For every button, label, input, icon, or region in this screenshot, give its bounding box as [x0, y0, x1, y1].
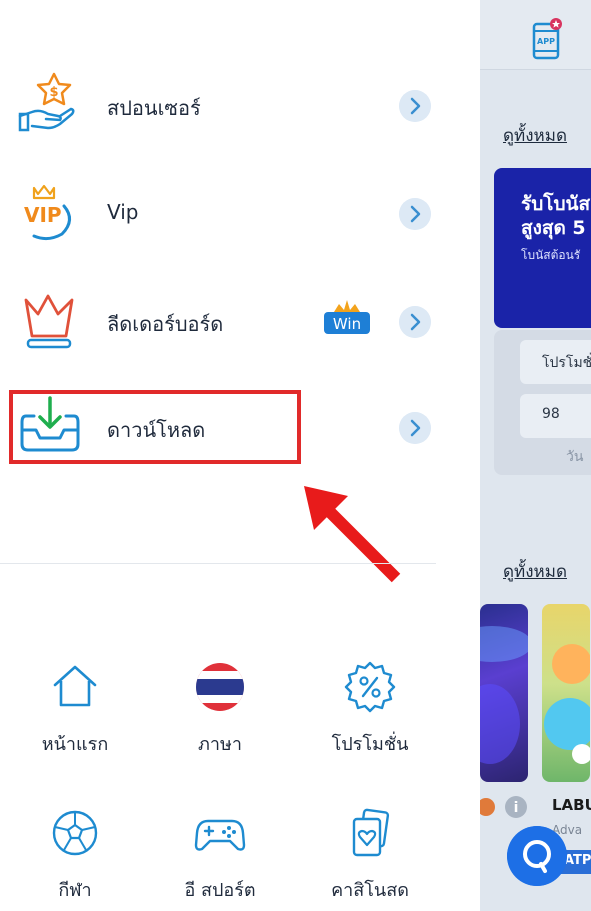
game-card[interactable]: [480, 604, 532, 782]
promo-title-line2: สูงสุด 5: [521, 217, 586, 239]
svg-text:i: i: [514, 800, 519, 816]
menu-item-label: Vip: [107, 200, 139, 224]
grid-item-home[interactable]: หน้าแรก: [0, 661, 150, 761]
background-app: APP ดูทั้งหมด รับโบนัส สูงสุด 5 โบนัสต้อน…: [480, 0, 591, 911]
leaderboard-crown-icon: [24, 294, 74, 349]
grid-item-label: โปรโมชั่น: [331, 734, 409, 755]
grid-item-label: อี สปอร์ต: [184, 880, 256, 901]
app-download-icon[interactable]: APP: [532, 18, 562, 60]
see-all-link[interactable]: ดูทั้งหมด: [503, 122, 567, 149]
promotion-percent-icon: [344, 661, 396, 713]
promo-days-value: 98: [520, 394, 591, 438]
game-title: LABU: [552, 796, 591, 814]
svg-text:$: $: [49, 85, 58, 100]
menu-item-vip[interactable]: VIP Vip: [0, 170, 480, 260]
sponsor-hand-coin-icon: $: [18, 72, 75, 132]
game-art: [544, 644, 591, 764]
promo-days-unit: วัน: [566, 449, 584, 465]
promo-subtitle: โบนัสต้อนรั: [521, 248, 581, 262]
home-icon: [53, 665, 97, 707]
grid-item-live-casino[interactable]: คาสิโนสด: [295, 807, 445, 907]
grid-item-sports[interactable]: กีฬา: [0, 807, 150, 907]
menu-item-label: ลีดเดอร์บอร์ด: [107, 312, 224, 336]
grid-item-label: คาสิโนสด: [331, 880, 409, 901]
grid-item-language[interactable]: ภาษา: [145, 661, 295, 761]
grid-item-label: หน้าแรก: [41, 734, 109, 755]
menu-item-label: สปอนเซอร์: [107, 96, 201, 120]
promo-title-line1: รับโบนัส: [521, 193, 591, 215]
grid-item-label: ภาษา: [198, 734, 242, 755]
grid-item-label: กีฬา: [58, 880, 92, 901]
chevron-right-icon[interactable]: [399, 306, 431, 338]
game-art: [480, 626, 532, 764]
promo-card[interactable]: รับโบนัส สูงสุด 5 โบนัสต้อนรั: [494, 168, 591, 328]
red-pointer-arrow-icon: [304, 486, 401, 583]
thai-flag-icon: [196, 663, 244, 711]
chevron-right-icon[interactable]: [399, 198, 431, 230]
soccer-ball-icon: [52, 810, 98, 856]
svg-text:VIP: VIP: [24, 203, 62, 227]
download-highlight-box: [9, 390, 301, 464]
chevron-right-icon[interactable]: [399, 90, 431, 122]
see-all-link[interactable]: ดูทั้งหมด: [503, 558, 567, 585]
top-bar: APP: [480, 0, 591, 70]
grid-item-esports[interactable]: อี สปอร์ต: [145, 807, 295, 907]
side-drawer: $ สปอนเซอร์ VIP Vip ลีดเดอร์บอร์ด Win ดา…: [0, 0, 480, 911]
svg-text:APP: APP: [537, 37, 555, 46]
chat-support-icon[interactable]: [507, 826, 567, 886]
menu-item-leaderboard[interactable]: ลีดเดอร์บอร์ด: [0, 278, 480, 368]
promo-info-box: โปรโมชั่ 98 วัน: [494, 330, 591, 475]
divider: [0, 563, 436, 564]
game-card[interactable]: [542, 604, 591, 782]
win-badge-icon: Win: [324, 300, 370, 334]
playing-cards-icon: [352, 808, 390, 857]
gamepad-icon: [194, 819, 246, 851]
svg-text:Win: Win: [333, 315, 361, 333]
vip-crown-icon: VIP: [24, 184, 71, 241]
game-info-icons: i: [480, 796, 527, 818]
chevron-right-icon[interactable]: [399, 412, 431, 444]
promo-label: โปรโมชั่: [520, 340, 591, 384]
menu-item-sponsor[interactable]: $ สปอนเซอร์: [0, 62, 480, 152]
grid-item-promotion[interactable]: โปรโมชั่น: [295, 661, 445, 761]
